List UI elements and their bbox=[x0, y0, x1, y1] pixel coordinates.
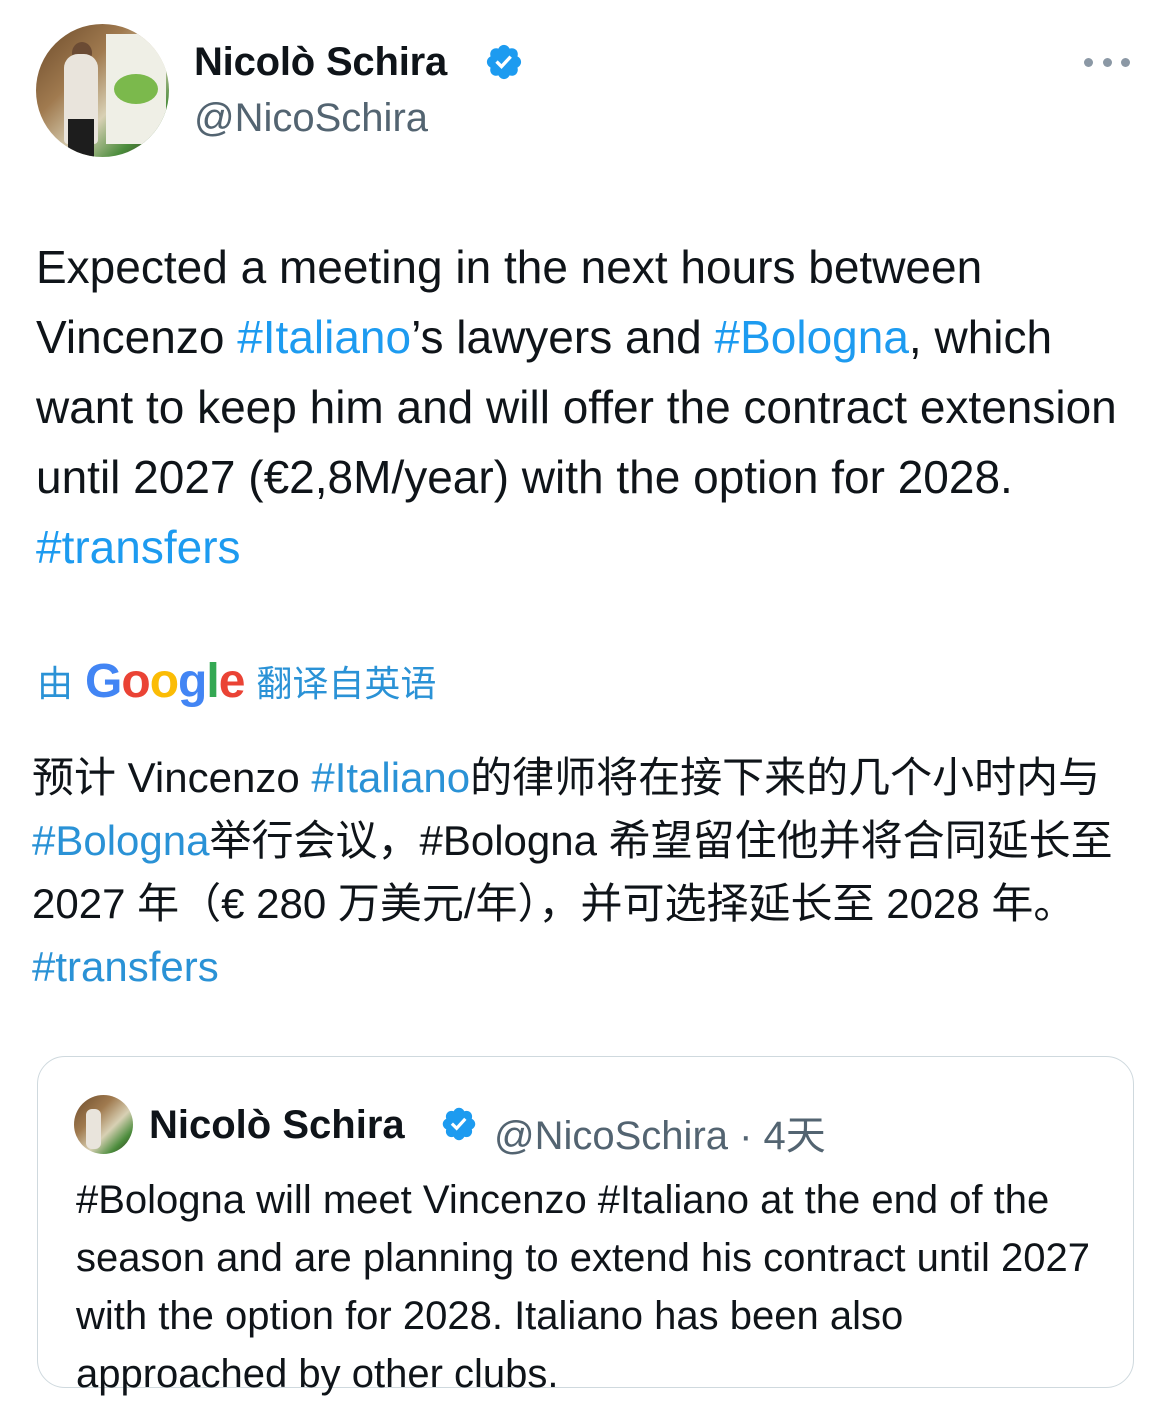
quoted-author-name[interactable]: Nicolò Schira bbox=[149, 1103, 405, 1148]
dot bbox=[1102, 57, 1112, 67]
more-options-icon[interactable] bbox=[1084, 52, 1130, 72]
verified-badge-icon bbox=[442, 1107, 476, 1141]
author-handle[interactable]: @NicoSchira bbox=[194, 96, 428, 141]
hashtag-italiano[interactable]: #Italiano bbox=[311, 754, 470, 801]
translation-segment: 的律师将在接下来的几个小时内与 bbox=[470, 754, 1101, 801]
translated-text: 预计 Vincenzo #Italiano的律师将在接下来的几个小时内与 #Bol… bbox=[32, 746, 1132, 998]
tweet-text: Expected a meeting in the next hours bet… bbox=[36, 232, 1136, 582]
google-logo-icon: Google bbox=[85, 654, 245, 708]
tweet-segment: ’s lawyers and bbox=[411, 311, 715, 363]
verified-badge-icon bbox=[486, 44, 522, 80]
hashtag-bologna[interactable]: #Bologna bbox=[32, 817, 210, 864]
dot bbox=[1084, 57, 1093, 67]
hashtag-transfers[interactable]: #transfers bbox=[32, 943, 219, 990]
avatar-background-poster bbox=[106, 34, 166, 144]
author-avatar[interactable] bbox=[36, 24, 169, 157]
hashtag-italiano[interactable]: #Italiano bbox=[237, 311, 411, 363]
dot bbox=[1121, 57, 1130, 67]
hashtag-transfers[interactable]: #transfers bbox=[36, 521, 241, 573]
quoted-tweet-card[interactable]: Nicolò Schira @NicoSchira · 4天 #Bologna … bbox=[37, 1056, 1134, 1396]
translated-by-google[interactable]: 由 Google 翻译自英语 bbox=[37, 654, 437, 708]
quoted-tweet-text: #Bologna will meet Vincenzo #Italiano at… bbox=[76, 1178, 1091, 1396]
translate-suffix: 翻译自英语 bbox=[256, 663, 437, 704]
translate-prefix: 由 bbox=[37, 663, 74, 704]
avatar-figure bbox=[86, 1109, 101, 1149]
hashtag-bologna[interactable]: #Bologna bbox=[715, 311, 909, 363]
translation-segment: 预计 Vincenzo bbox=[32, 754, 312, 801]
quoted-handle-time[interactable]: @NicoSchira · 4天 bbox=[494, 1103, 826, 1161]
avatar-legs bbox=[68, 119, 94, 157]
quoted-author-avatar[interactable] bbox=[74, 1095, 133, 1154]
author-name[interactable]: Nicolò Schira bbox=[194, 40, 447, 85]
